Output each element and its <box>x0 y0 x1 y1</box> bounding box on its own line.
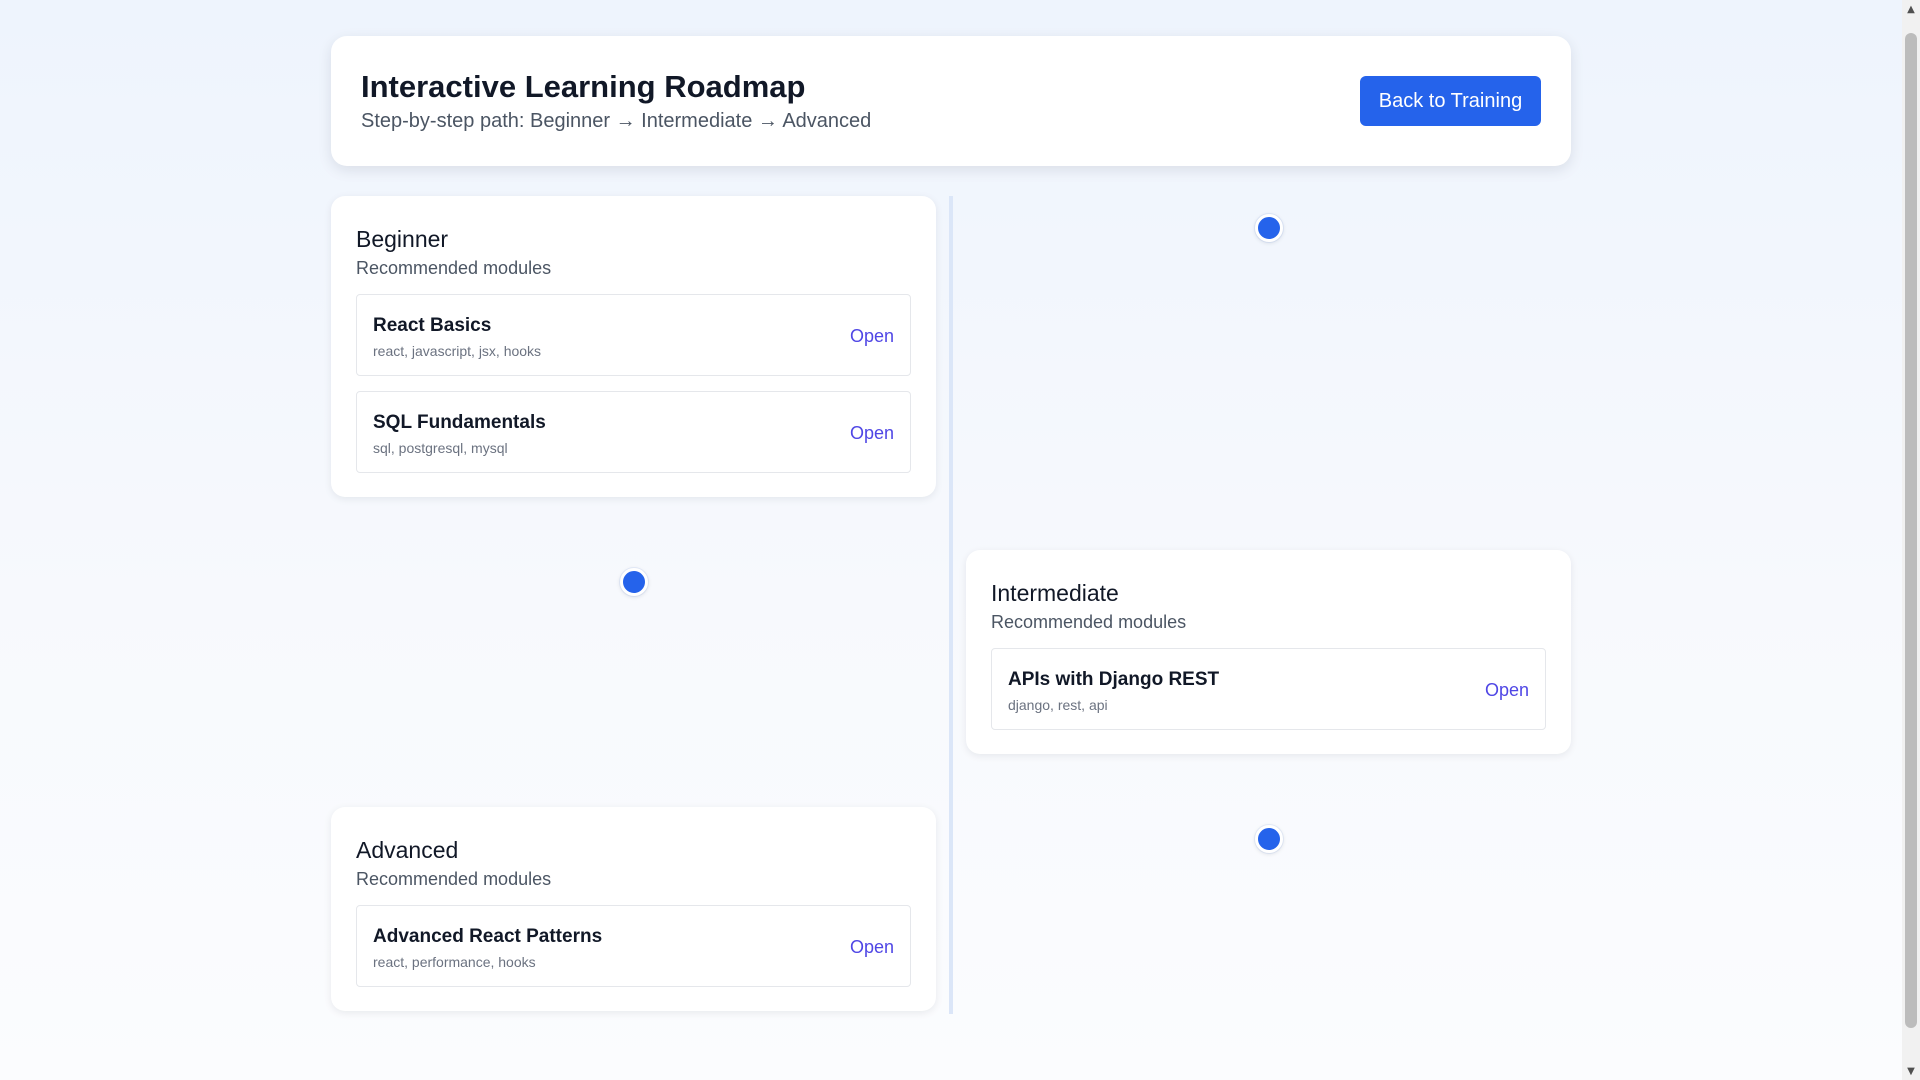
open-module-link[interactable]: Open <box>1485 680 1529 701</box>
vertical-scrollbar[interactable]: ▲ ▼ <box>1902 0 1920 1080</box>
open-module-link[interactable]: Open <box>850 423 894 444</box>
roadmap-header: Interactive Learning Roadmap Step-by-ste… <box>331 36 1571 166</box>
module-item: SQL Fundamentals sql, postgresql, mysql … <box>356 391 911 473</box>
module-title: APIs with Django REST <box>1008 669 1220 690</box>
module-tags: react, javascript, jsx, hooks <box>373 343 542 359</box>
timeline-dot-icon <box>1255 214 1283 242</box>
module-tags: sql, postgresql, mysql <box>373 440 508 456</box>
open-module-link[interactable]: Open <box>850 937 894 958</box>
module-item: Advanced React Patterns react, performan… <box>356 905 911 987</box>
stage-card-beginner: Beginner Recommended modules React Basic… <box>331 196 936 497</box>
stage-card-intermediate: Intermediate Recommended modules APIs wi… <box>966 550 1571 754</box>
stage-card-advanced: Advanced Recommended modules Advanced Re… <box>331 807 936 1011</box>
scroll-up-arrow-icon[interactable]: ▲ <box>1902 0 1920 18</box>
module-title: SQL Fundamentals <box>373 412 546 433</box>
module-item: APIs with Django REST django, rest, api … <box>991 648 1546 730</box>
module-item: React Basics react, javascript, jsx, hoo… <box>356 294 911 376</box>
stage-title: Advanced <box>356 837 459 863</box>
page-title: Interactive Learning Roadmap <box>361 69 806 104</box>
open-module-link[interactable]: Open <box>850 326 894 347</box>
timeline-dot-icon <box>1255 825 1283 853</box>
stage-subtitle: Recommended modules <box>356 258 552 278</box>
stage-title: Beginner <box>356 226 449 252</box>
module-title: Advanced React Patterns <box>373 926 603 947</box>
stage-subtitle: Recommended modules <box>991 612 1187 632</box>
module-title: React Basics <box>373 315 492 336</box>
module-tags: django, rest, api <box>1008 697 1108 713</box>
scroll-down-arrow-icon[interactable]: ▼ <box>1902 1062 1920 1080</box>
page-subtitle: Step-by-step path: Beginner → Intermedia… <box>361 110 872 132</box>
back-to-training-button[interactable]: Back to Training <box>1360 76 1541 126</box>
stage-subtitle: Recommended modules <box>356 869 552 889</box>
scrollbar-thumb[interactable] <box>1905 33 1917 1028</box>
timeline-line <box>949 196 953 1014</box>
timeline-dot-icon <box>620 568 648 596</box>
module-tags: react, performance, hooks <box>373 954 536 970</box>
stage-title: Intermediate <box>991 580 1119 606</box>
